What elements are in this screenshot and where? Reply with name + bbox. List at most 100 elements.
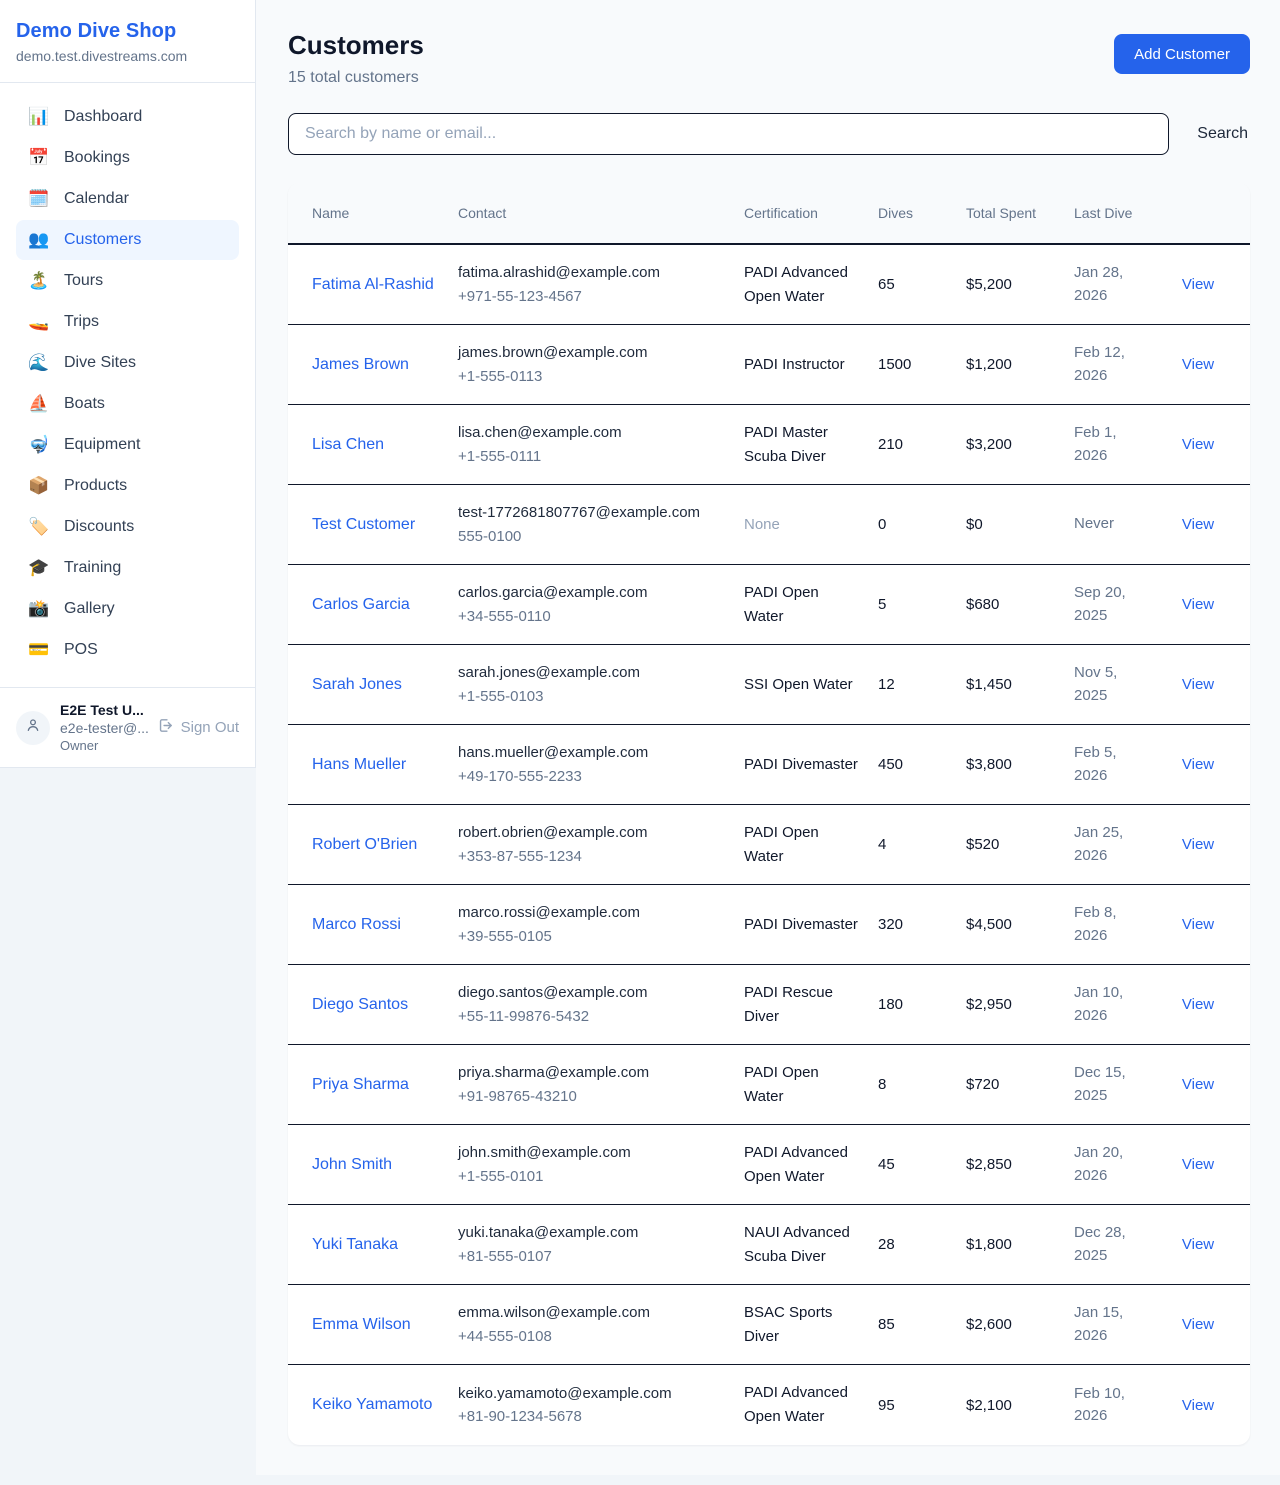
customer-last-dive: Feb 5, 2026 (1074, 742, 1154, 787)
view-link[interactable]: View (1182, 756, 1214, 773)
customer-name-link[interactable]: Marco Rossi (312, 916, 401, 933)
table-row: Test Customer test-1772681807767@example… (288, 485, 1250, 565)
customer-dives: 85 (878, 1316, 950, 1333)
customer-name-link[interactable]: John Smith (312, 1156, 392, 1173)
view-link[interactable]: View (1182, 1316, 1214, 1333)
table-row: Hans Mueller hans.mueller@example.com +4… (288, 725, 1250, 805)
view-link[interactable]: View (1182, 916, 1214, 933)
customer-name-link[interactable]: Diego Santos (312, 996, 408, 1013)
table-row: Diego Santos diego.santos@example.com +5… (288, 965, 1250, 1045)
search-input[interactable] (288, 113, 1169, 155)
avatar (16, 711, 50, 745)
column-header-name: Name (312, 203, 442, 224)
sidebar-item-dashboard[interactable]: 📊 Dashboard (16, 97, 239, 137)
sidebar-item-pos[interactable]: 💳 POS (16, 630, 239, 670)
view-link[interactable]: View (1182, 676, 1214, 693)
customer-certification: BSAC Sports Diver (744, 1301, 862, 1349)
sidebar-item-bookings[interactable]: 📅 Bookings (16, 138, 239, 178)
sidebar: Demo Dive Shop demo.test.divestreams.com… (0, 0, 256, 768)
customers-table: NameContactCertificationDivesTotal Spent… (288, 183, 1250, 1445)
table-row: Sarah Jones sarah.jones@example.com +1-5… (288, 645, 1250, 725)
customer-certification: NAUI Advanced Scuba Diver (744, 1221, 862, 1269)
sidebar-item-tours[interactable]: 🏝️ Tours (16, 261, 239, 301)
user-role: Owner (60, 738, 147, 753)
view-link[interactable]: View (1182, 1076, 1214, 1093)
customer-dives: 0 (878, 516, 950, 533)
sidebar-item-boats[interactable]: ⛵ Boats (16, 384, 239, 424)
trips-icon: 🚤 (28, 312, 50, 332)
table-row: Carlos Garcia carlos.garcia@example.com … (288, 565, 1250, 645)
customer-name-link[interactable]: Priya Sharma (312, 1076, 409, 1093)
customer-total-spent: $2,600 (966, 1316, 1058, 1333)
customer-name-link[interactable]: Sarah Jones (312, 676, 402, 693)
customer-phone: +49-170-555-2233 (458, 765, 728, 788)
customer-email: lisa.chen@example.com (458, 421, 728, 444)
customer-last-dive: Nov 5, 2025 (1074, 662, 1154, 707)
sidebar-item-dive-sites[interactable]: 🌊 Dive Sites (16, 343, 239, 383)
sidebar-item-customers[interactable]: 👥 Customers (16, 220, 239, 260)
customer-email: diego.santos@example.com (458, 981, 728, 1004)
customer-name-link[interactable]: Test Customer (312, 516, 415, 533)
products-icon: 📦 (28, 476, 50, 496)
sidebar-item-label: Discounts (64, 518, 134, 536)
customer-certification: None (744, 513, 862, 537)
view-link[interactable]: View (1182, 1236, 1214, 1253)
sidebar-item-calendar[interactable]: 🗓️ Calendar (16, 179, 239, 219)
customer-total-spent: $4,500 (966, 916, 1058, 933)
sidebar-item-trips[interactable]: 🚤 Trips (16, 302, 239, 342)
sidebar-item-gallery[interactable]: 📸 Gallery (16, 589, 239, 629)
customer-total-spent: $1,200 (966, 356, 1058, 373)
customer-name-link[interactable]: Robert O'Brien (312, 836, 417, 853)
customer-name-link[interactable]: Keiko Yamamoto (312, 1396, 432, 1413)
view-link[interactable]: View (1182, 276, 1214, 293)
sidebar-item-training[interactable]: 🎓 Training (16, 548, 239, 588)
table-row: Marco Rossi marco.rossi@example.com +39-… (288, 885, 1250, 965)
sidebar-item-discounts[interactable]: 🏷️ Discounts (16, 507, 239, 547)
view-link[interactable]: View (1182, 1397, 1214, 1414)
sign-out-button[interactable]: Sign Out (157, 717, 239, 738)
customer-email: sarah.jones@example.com (458, 661, 728, 684)
customer-total-spent: $720 (966, 1076, 1058, 1093)
sidebar-item-label: Training (64, 559, 121, 577)
sidebar-item-products[interactable]: 📦 Products (16, 466, 239, 506)
customer-dives: 320 (878, 916, 950, 933)
customer-last-dive: Jan 15, 2026 (1074, 1302, 1154, 1347)
customer-name-link[interactable]: Carlos Garcia (312, 596, 410, 613)
view-link[interactable]: View (1182, 1156, 1214, 1173)
table-row: Yuki Tanaka yuki.tanaka@example.com +81-… (288, 1205, 1250, 1285)
table-row: James Brown james.brown@example.com +1-5… (288, 325, 1250, 405)
view-link[interactable]: View (1182, 836, 1214, 853)
sidebar-item-label: Calendar (64, 190, 129, 208)
app-container: Demo Dive Shop demo.test.divestreams.com… (0, 0, 1280, 1475)
column-header-certification: Certification (744, 203, 862, 224)
customer-name-link[interactable]: Yuki Tanaka (312, 1236, 398, 1253)
customer-total-spent: $520 (966, 836, 1058, 853)
view-link[interactable]: View (1182, 436, 1214, 453)
customer-phone: +34-555-0110 (458, 605, 728, 628)
view-link[interactable]: View (1182, 516, 1214, 533)
customer-email: james.brown@example.com (458, 341, 728, 364)
view-link[interactable]: View (1182, 996, 1214, 1013)
customer-name-link[interactable]: Hans Mueller (312, 756, 406, 773)
view-link[interactable]: View (1182, 596, 1214, 613)
sidebar-item-equipment[interactable]: 🤿 Equipment (16, 425, 239, 465)
customer-email: marco.rossi@example.com (458, 901, 728, 924)
customer-dives: 95 (878, 1397, 950, 1414)
user-name: E2E Test U... (60, 702, 147, 718)
add-customer-button[interactable]: Add Customer (1114, 34, 1250, 74)
customer-name-link[interactable]: Emma Wilson (312, 1316, 411, 1333)
customer-total-spent: $1,450 (966, 676, 1058, 693)
main-content: Customers 15 total customers Add Custome… (256, 0, 1280, 1475)
view-link[interactable]: View (1182, 356, 1214, 373)
customer-email: yuki.tanaka@example.com (458, 1221, 728, 1244)
customer-phone: +81-90-1234-5678 (458, 1405, 728, 1428)
customer-name-link[interactable]: Lisa Chen (312, 436, 384, 453)
customer-dives: 180 (878, 996, 950, 1013)
search-button[interactable]: Search (1195, 121, 1250, 147)
customer-name-link[interactable]: James Brown (312, 356, 409, 373)
customer-phone: +1-555-0111 (458, 445, 728, 468)
equipment-icon: 🤿 (28, 435, 50, 455)
customer-certification: PADI Divemaster (744, 753, 862, 777)
customer-name-link[interactable]: Fatima Al-Rashid (312, 276, 434, 293)
table-row: John Smith john.smith@example.com +1-555… (288, 1125, 1250, 1205)
